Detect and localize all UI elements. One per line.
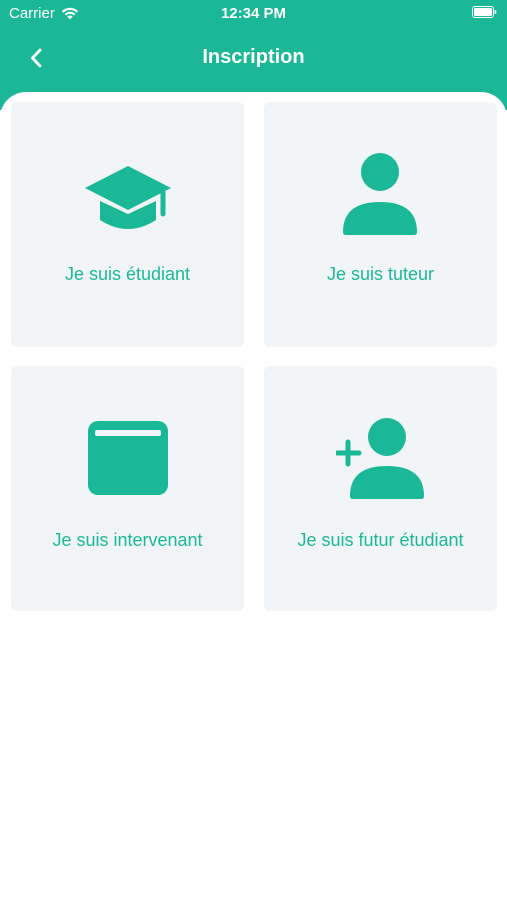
page-title: Inscription [202,46,305,68]
content-area: Je suis étudiant Je suis tuteur Je suis … [0,92,507,900]
card-label: Je suis étudiant [64,264,191,284]
user-icon [264,152,497,236]
card-label: Je suis intervenant [52,530,203,550]
calendar-icon [11,420,244,496]
battery-icon [472,6,497,18]
card-intervenant[interactable]: Je suis intervenant [11,366,244,611]
status-bar: Carrier 12:34 PM [0,0,507,28]
status-time: 12:34 PM [220,5,287,22]
card-tuteur[interactable]: Je suis tuteur [264,102,497,347]
card-label: Je suis futur étudiant [297,530,464,550]
nav-bar: Inscription [0,36,507,80]
add-user-icon [264,416,497,500]
card-label: Je suis tuteur [326,264,435,284]
graduation-cap-icon [11,156,244,236]
card-futur-etudiant[interactable]: Je suis futur étudiant [264,366,497,611]
card-etudiant[interactable]: Je suis étudiant [11,102,244,347]
